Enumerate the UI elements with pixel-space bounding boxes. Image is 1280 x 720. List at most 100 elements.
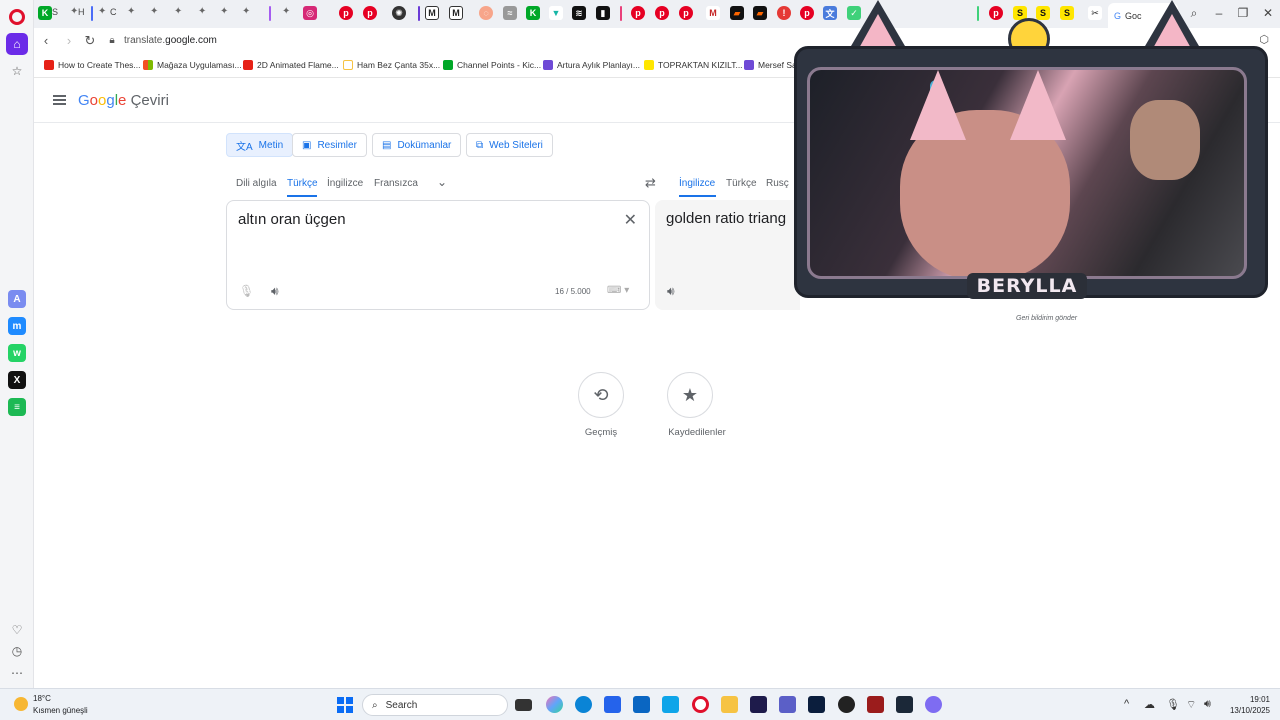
tab-gmail-icon[interactable]: M	[706, 6, 720, 20]
saved-button[interactable]: ★	[667, 372, 713, 418]
steam-icon[interactable]	[896, 696, 913, 713]
google-translate-logo[interactable]: Google Çeviri	[78, 92, 169, 109]
start-button[interactable]	[337, 697, 353, 713]
tab-pinterest-icon[interactable]: p	[655, 6, 669, 20]
spotify-icon[interactable]: ≡	[8, 398, 26, 416]
tab-site-icon[interactable]: ▰	[753, 6, 767, 20]
tab-kick-icon[interactable]: K	[526, 6, 540, 20]
tab-spark-icon[interactable]: ✦	[150, 6, 158, 17]
opera-logo-icon[interactable]	[9, 9, 25, 25]
obs-icon[interactable]	[838, 696, 855, 713]
weather-description[interactable]: Kısmen güneşli	[33, 706, 88, 715]
tab-medium-icon[interactable]: M	[449, 6, 463, 20]
bookmark-item[interactable]: Mersef Sa	[744, 60, 797, 70]
keyboard-icon[interactable]: ⌨ ▾	[607, 285, 629, 296]
back-icon[interactable]: ‹	[38, 33, 54, 48]
dota-icon[interactable]	[867, 696, 884, 713]
chevron-down-icon[interactable]: ⌄	[437, 175, 447, 189]
lang-source-french[interactable]: Fransızca	[374, 178, 418, 189]
task-view-icon[interactable]	[515, 699, 532, 711]
bookmark-item[interactable]: TOPRAKTAN KIZILT...	[644, 60, 743, 70]
tab-spark-icon[interactable]: ✦	[198, 6, 206, 17]
volume-icon[interactable]: 🔊︎	[1204, 698, 1211, 711]
outlook-icon[interactable]	[633, 696, 650, 713]
lang-target-english[interactable]: İngilizce	[679, 178, 715, 189]
tab-pinterest-icon[interactable]: p	[363, 6, 377, 20]
photoshop-icon[interactable]	[808, 696, 825, 713]
tab-site-icon[interactable]: !	[777, 6, 791, 20]
mode-documents-button[interactable]: ▤ Dokümanlar	[372, 133, 462, 157]
tab-label[interactable]: C	[110, 7, 117, 17]
mode-websites-button[interactable]: ⧉ Web Siteleri	[466, 133, 553, 157]
monitor-icon[interactable]	[662, 696, 679, 713]
store-icon[interactable]	[604, 696, 621, 713]
opera-icon[interactable]	[692, 696, 709, 713]
tab-site-icon[interactable]: ▰	[730, 6, 744, 20]
wifi-icon[interactable]: ⌔	[1186, 698, 1196, 712]
tab-openai-icon[interactable]: ✺	[392, 6, 406, 20]
mode-images-button[interactable]: ▣ Resimler	[292, 133, 367, 157]
source-text-box[interactable]: altın oran üçgen ✕ 🎙︎ 🔊︎ 16 / 5.000 ⌨ ▾	[226, 200, 650, 310]
aria-icon[interactable]: A	[8, 290, 26, 308]
more-icon[interactable]: ⋯	[6, 662, 28, 684]
taskbar-search[interactable]: ⌕ Search	[362, 694, 508, 716]
copilot-icon[interactable]	[546, 696, 563, 713]
bookmark-item[interactable]: How to Create Thes...	[44, 60, 141, 70]
x-icon[interactable]: X	[8, 371, 26, 389]
microphone-icon[interactable]: 🎙︎	[239, 284, 254, 298]
teams-icon[interactable]	[779, 696, 796, 713]
tab-site-icon[interactable]: ▮	[596, 6, 610, 20]
history-icon[interactable]: ◷	[6, 640, 28, 662]
weather-icon[interactable]	[14, 697, 28, 711]
tab-spark-icon[interactable]: ✦	[98, 6, 106, 17]
network-icon[interactable]: ☁	[1144, 698, 1155, 711]
tab-spark-icon[interactable]: ✦	[242, 6, 250, 17]
whatsapp-icon[interactable]: w	[8, 344, 26, 362]
tab-site-icon[interactable]: ◌	[479, 6, 493, 20]
tab-pinterest-icon[interactable]: p	[679, 6, 693, 20]
tab-kick-icon[interactable]: K	[38, 6, 52, 20]
bookmark-item[interactable]: Mağaza Uygulaması...	[143, 60, 242, 70]
send-feedback-link[interactable]: Geri bildirim gönder	[1016, 315, 1077, 322]
tab-vuetify-icon[interactable]: ▼	[549, 6, 563, 20]
tab-spark-icon[interactable]: ✦	[174, 6, 182, 17]
discord-icon[interactable]	[925, 696, 942, 713]
after-effects-icon[interactable]	[750, 696, 767, 713]
tab-label[interactable]: H	[78, 7, 85, 17]
speaker-icon[interactable]: 🔊︎	[667, 284, 675, 299]
weather-temperature[interactable]: 18°C	[33, 694, 51, 703]
tab-site-icon[interactable]: ≈	[503, 6, 517, 20]
lang-detect[interactable]: Dili algıla	[236, 178, 277, 189]
microphone-icon[interactable]: 🎙︎	[1166, 698, 1180, 711]
tab-instagram-icon[interactable]: ◎	[303, 6, 317, 20]
lang-source-turkish[interactable]: Türkçe	[287, 178, 318, 189]
lang-source-english[interactable]: İngilizce	[327, 178, 363, 189]
clear-text-icon[interactable]: ✕	[624, 210, 637, 230]
bookmark-item[interactable]: Channel Points - Kic...	[443, 60, 541, 70]
bookmark-item[interactable]: Artura Aylık Planlayı...	[543, 60, 640, 70]
url-field[interactable]: translate.google.com	[124, 35, 217, 46]
tab-pinterest-icon[interactable]: p	[631, 6, 645, 20]
tab-spark-icon[interactable]: ✦	[127, 6, 135, 17]
star-icon[interactable]: ☆	[6, 60, 28, 82]
menu-icon[interactable]	[53, 95, 66, 105]
home-icon[interactable]: ⌂	[6, 33, 28, 55]
tab-spark-icon[interactable]: ✦	[282, 6, 290, 17]
file-explorer-icon[interactable]	[721, 696, 738, 713]
forward-icon[interactable]: ›	[61, 33, 77, 48]
tab-spark-icon[interactable]: ✦	[220, 6, 228, 17]
clock[interactable]: 19:01 13/10/2025	[1222, 694, 1270, 716]
lang-target-turkish[interactable]: Türkçe	[726, 178, 757, 189]
swap-languages-icon[interactable]: ⇄	[645, 175, 656, 191]
tab-site-icon[interactable]: ≋	[572, 6, 586, 20]
speaker-icon[interactable]: 🔊︎	[271, 284, 279, 299]
tab-medium-icon[interactable]: M	[425, 6, 439, 20]
history-button[interactable]: ⟲	[578, 372, 624, 418]
source-text-input[interactable]: altın oran üçgen	[238, 211, 346, 228]
chevron-up-icon[interactable]: ^	[1124, 698, 1129, 710]
lang-target-russian[interactable]: Rusç	[766, 178, 789, 189]
mode-text-button[interactable]: 文A Metin	[226, 133, 294, 157]
lock-icon[interactable]: 🔒︎	[104, 35, 120, 46]
reload-icon[interactable]: ↻	[82, 33, 98, 49]
bookmark-item[interactable]: Ham Bez Çanta 35x...	[343, 60, 440, 70]
